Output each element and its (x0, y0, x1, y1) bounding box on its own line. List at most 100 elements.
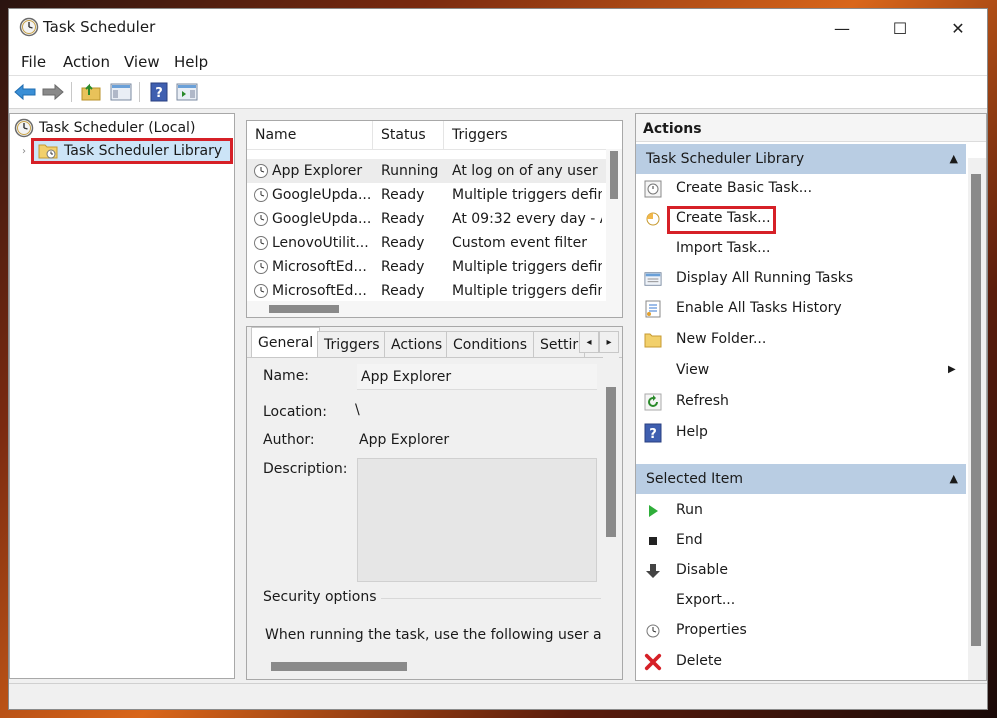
action-properties[interactable]: Properties (636, 616, 966, 646)
details-tabs: General Triggers Actions Conditions Sett… (247, 327, 622, 357)
action-label: Export... (676, 592, 736, 608)
scrollbar-thumb[interactable] (606, 387, 616, 537)
tree-root-label: Task Scheduler (Local) (39, 120, 196, 136)
tree-item-task-scheduler-library[interactable]: › Task Scheduler Library (22, 138, 234, 164)
task-name: GoogleUpda... (272, 211, 372, 227)
description-field[interactable] (357, 458, 597, 582)
tree-child-label: Task Scheduler Library (64, 143, 223, 159)
action-end[interactable]: End (636, 526, 966, 556)
action-label: View (676, 362, 710, 378)
menu-help[interactable]: Help (174, 53, 208, 71)
task-trigger: Multiple triggers define (452, 259, 602, 275)
scrollbar-thumb[interactable] (610, 151, 618, 199)
tab-settings[interactable]: Settir (533, 331, 585, 357)
task-trigger: Custom event filter (452, 235, 587, 251)
clock-icon (254, 284, 268, 298)
security-options-text: When running the task, use the following… (265, 627, 601, 643)
action-delete[interactable]: Delete (636, 647, 966, 677)
clock-icon (19, 17, 39, 37)
task-trigger: Multiple triggers define (452, 187, 602, 203)
action-help[interactable]: ? Help (636, 418, 966, 448)
action-label: Run (676, 502, 703, 518)
back-arrow-icon[interactable] (13, 80, 37, 104)
author-value: App Explorer (359, 432, 450, 448)
section-selected-item[interactable]: Selected Item ▲ (636, 464, 966, 494)
chevron-right-icon[interactable]: › (22, 146, 34, 157)
action-refresh[interactable]: Refresh (636, 387, 966, 417)
disable-arrow-icon (644, 562, 662, 580)
menu-file[interactable]: File (21, 53, 46, 71)
tab-scroll-left-icon[interactable]: ◂ (579, 331, 599, 353)
help-icon[interactable]: ? (147, 80, 171, 104)
toolbar-separator (71, 82, 72, 102)
action-label: Disable (676, 562, 728, 578)
task-trigger: Multiple triggers define (452, 283, 602, 299)
collapse-icon[interactable]: ▲ (950, 144, 958, 174)
column-header-status[interactable]: Status (373, 121, 444, 149)
task-list-horizontal-scrollbar[interactable] (247, 301, 606, 317)
maximize-button[interactable]: ☐ (871, 9, 929, 47)
location-value: \ (355, 402, 360, 418)
task-list-vertical-scrollbar[interactable] (606, 149, 622, 317)
table-row[interactable]: MicrosoftEd... Ready Multiple triggers d… (247, 255, 607, 279)
details-horizontal-scrollbar[interactable] (247, 657, 603, 675)
column-header-triggers[interactable]: Triggers (444, 121, 607, 149)
collapse-icon[interactable]: ▲ (950, 464, 958, 494)
action-pane-icon[interactable] (175, 80, 199, 104)
show-hide-tree-icon[interactable] (109, 80, 133, 104)
menu-view[interactable]: View (124, 53, 160, 71)
new-folder-icon (644, 331, 662, 349)
tab-actions[interactable]: Actions (384, 331, 450, 357)
action-label: Create Basic Task... (676, 180, 813, 196)
scrollbar-thumb[interactable] (971, 174, 981, 646)
folder-clock-icon (38, 144, 58, 159)
action-new-folder[interactable]: New Folder... (636, 325, 966, 355)
tab-general[interactable]: General (251, 327, 321, 357)
table-row[interactable]: App Explorer Running At log on of any us… (247, 159, 607, 183)
table-row[interactable]: GoogleUpda... Ready Multiple triggers de… (247, 183, 607, 207)
action-enable-all-tasks-history[interactable]: Enable All Tasks History (636, 294, 966, 324)
clock-icon (254, 188, 268, 202)
action-create-basic-task[interactable]: Create Basic Task... (636, 174, 966, 204)
folder-up-icon[interactable] (79, 80, 103, 104)
minimize-button[interactable]: — (813, 9, 871, 47)
tab-scroll-right-icon[interactable]: ▸ (599, 331, 619, 353)
table-row[interactable]: MicrosoftEd... Ready Multiple triggers d… (247, 279, 607, 303)
svg-text:?: ? (155, 86, 163, 101)
action-label: Properties (676, 622, 747, 638)
help-icon: ? (644, 423, 662, 443)
scrollbar-thumb[interactable] (269, 305, 339, 313)
forward-arrow-icon[interactable] (41, 80, 65, 104)
clock-icon (254, 212, 268, 226)
task-name: LenovoUtilit... (272, 235, 369, 251)
close-button[interactable]: ✕ (929, 9, 987, 47)
table-row[interactable]: GoogleUpda... Ready At 09:32 every day -… (247, 207, 607, 231)
column-header-name[interactable]: Name (247, 121, 373, 149)
section-task-scheduler-library[interactable]: Task Scheduler Library ▲ (636, 144, 966, 174)
actions-pane-vertical-scrollbar[interactable] (968, 158, 986, 680)
submenu-arrow-icon: ▶ (948, 364, 956, 375)
clock-icon (14, 118, 34, 138)
action-run[interactable]: Run (636, 496, 966, 526)
action-label: New Folder... (676, 331, 767, 347)
action-create-task[interactable]: Create Task... (636, 204, 966, 234)
details-vertical-scrollbar[interactable] (603, 357, 619, 647)
title-bar: Task Scheduler — ☐ ✕ (9, 9, 987, 47)
tab-triggers[interactable]: Triggers (317, 331, 387, 357)
tree-root-task-scheduler-local[interactable]: Task Scheduler (Local) (14, 118, 195, 138)
name-field[interactable]: App Explorer (357, 364, 597, 390)
task-trigger: At log on of any user (452, 163, 598, 179)
action-disable[interactable]: Disable (636, 556, 966, 586)
menu-bar: File Action View Help (9, 47, 987, 75)
menu-action[interactable]: Action (63, 53, 110, 71)
status-bar (9, 683, 987, 709)
task-details-panel: General Triggers Actions Conditions Sett… (246, 326, 623, 680)
action-display-all-running-tasks[interactable]: Display All Running Tasks (636, 264, 966, 294)
tab-conditions[interactable]: Conditions (446, 331, 535, 357)
scrollbar-thumb[interactable] (271, 662, 407, 671)
table-row[interactable]: LenovoUtilit... Ready Custom event filte… (247, 231, 607, 255)
task-scheduler-window: Task Scheduler — ☐ ✕ File Action View He… (8, 8, 988, 710)
action-import-task[interactable]: Import Task... (636, 234, 966, 264)
action-view[interactable]: View ▶ (636, 356, 966, 386)
action-export[interactable]: Export... (636, 586, 966, 616)
